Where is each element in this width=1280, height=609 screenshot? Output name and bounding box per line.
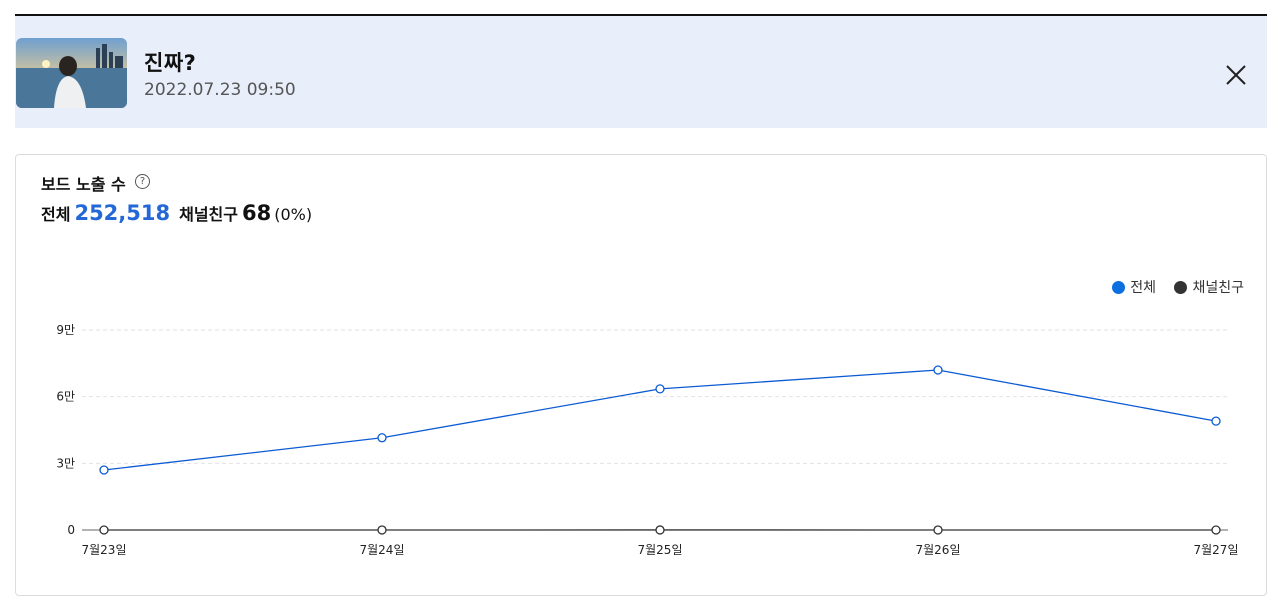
x-tick-label: 7월24일 — [360, 543, 405, 557]
data-point-friend — [655, 525, 665, 535]
data-point-friend — [1211, 525, 1221, 535]
data-point-total — [1211, 416, 1221, 426]
data-point-total — [99, 465, 109, 475]
line-chart: 0 3만 6만 9만 7월23일 7월24일 7월25일 7월26일 7월27일 — [56, 323, 1239, 557]
data-point-total — [933, 365, 943, 375]
x-tick-label: 7월23일 — [82, 543, 127, 557]
y-tick-label: 9만 — [56, 323, 75, 337]
data-point-friend — [99, 525, 109, 535]
x-tick-label: 7월26일 — [916, 543, 961, 557]
data-point-friend — [377, 525, 387, 535]
y-tick-label: 6만 — [56, 390, 75, 404]
data-point-total — [377, 433, 387, 443]
data-point-friend — [933, 525, 943, 535]
x-tick-label: 7월27일 — [1194, 543, 1239, 557]
data-point-total — [655, 384, 665, 394]
y-tick-label: 0 — [67, 523, 75, 537]
y-tick-label: 3만 — [56, 456, 75, 470]
x-tick-label: 7월25일 — [638, 543, 683, 557]
